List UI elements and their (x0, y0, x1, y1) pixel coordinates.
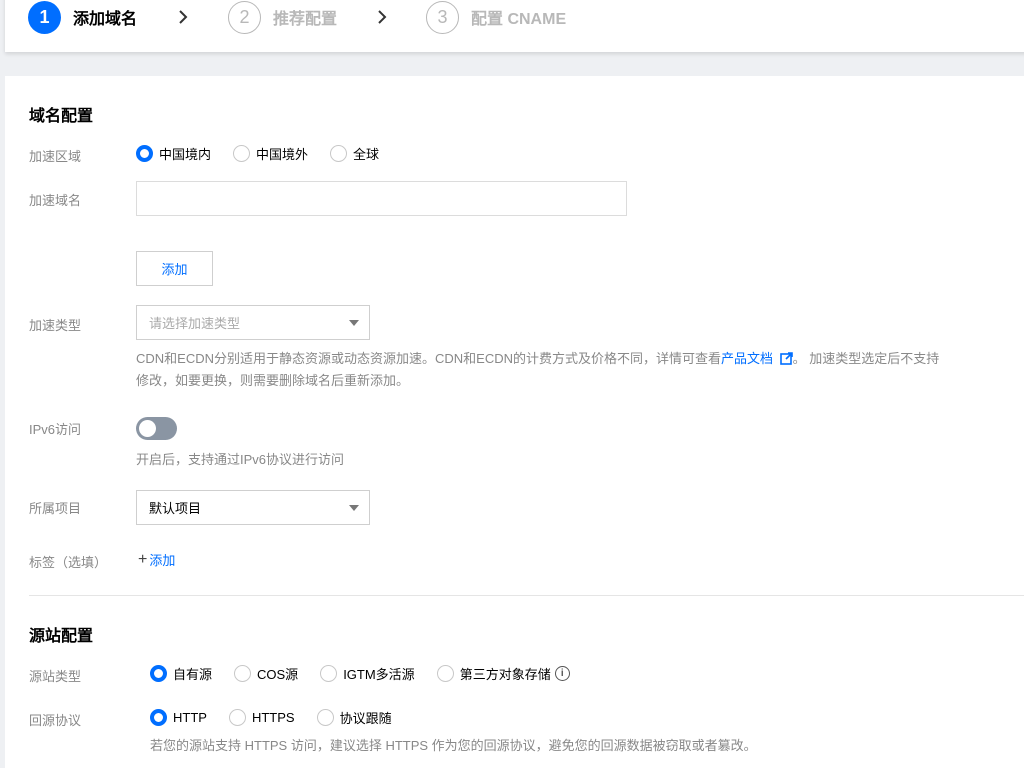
domain-config-title: 域名配置 (29, 108, 94, 125)
info-icon[interactable]: i (554, 666, 570, 681)
radio-checked-icon (136, 145, 153, 162)
step-3-label: 配置 CNAME (471, 11, 567, 28)
section-divider (29, 595, 1024, 596)
caret-down-icon (349, 504, 359, 511)
radio-icon (316, 709, 334, 726)
config-panel: 域名配置 加速区域 中国境内 中国境外 全球 加速域名 添加 加速类型 请选择加… (5, 76, 1024, 768)
caret-down-icon (349, 319, 359, 326)
tags-label: 标签（选填） (29, 555, 108, 570)
radio-icon (320, 665, 338, 682)
region-radio-group: 中国境内 中国境外 全球 (136, 144, 401, 163)
chevron-right-icon (376, 0, 388, 34)
product-docs-link[interactable]: 产品文档 (721, 351, 773, 366)
step-2-number: 2 (228, 0, 261, 34)
domain-label: 加速域名 (29, 193, 82, 208)
radio-icon (234, 665, 252, 682)
type-select-placeholder: 请选择加速类型 (149, 316, 241, 331)
step-1: 1 添加域名 (28, 0, 137, 34)
type-select[interactable]: 请选择加速类型 (136, 305, 370, 340)
domain-input[interactable] (136, 181, 627, 216)
external-link-icon (779, 352, 793, 365)
step-2: 2 推荐配置 (228, 0, 337, 34)
protocol-option-http[interactable]: HTTP (150, 709, 207, 726)
ipv6-label: IPv6访问 (29, 422, 82, 437)
protocol-option-https[interactable]: HTTPS (228, 709, 295, 726)
region-option-overseas[interactable]: 中国境外 (233, 144, 308, 163)
radio-icon (330, 145, 348, 162)
radio-icon (233, 145, 251, 162)
type-help: CDN和ECDN分别适用于静态资源或动态资源加速。CDN和ECDN的计费方式及价… (136, 351, 940, 388)
origin-option-third-party[interactable]: 第三方对象存储 i (436, 664, 570, 683)
radio-icon (228, 709, 246, 726)
radio-checked-icon (150, 709, 167, 726)
project-select[interactable]: 默认项目 (136, 490, 370, 525)
plus-icon: + (138, 550, 148, 568)
origin-option-igtm[interactable]: IGTM多活源 (320, 664, 415, 683)
project-label: 所属项目 (29, 501, 82, 516)
region-label: 加速区域 (29, 149, 82, 164)
region-option-global[interactable]: 全球 (330, 144, 379, 163)
ipv6-toggle[interactable] (136, 417, 177, 440)
origin-config-title: 源站配置 (29, 628, 94, 645)
origin-option-own[interactable]: 自有源 (150, 664, 212, 683)
radio-checked-icon (150, 665, 167, 682)
type-label: 加速类型 (29, 318, 82, 333)
protocol-help: 若您的源站支持 HTTPS 访问，建议选择 HTTPS 作为您的回源协议，避免您… (150, 738, 757, 753)
add-tag-button[interactable]: + 添加 (138, 550, 175, 569)
step-1-number: 1 (28, 0, 61, 34)
protocol-label: 回源协议 (29, 713, 82, 728)
radio-icon (436, 665, 454, 682)
step-3: 3 配置 CNAME (426, 0, 566, 34)
toggle-knob (139, 420, 156, 437)
region-option-mainland[interactable]: 中国境内 (136, 144, 211, 163)
stepper: 1 添加域名 2 推荐配置 3 配置 CNAME (5, 0, 1024, 52)
step-1-label: 添加域名 (73, 11, 138, 28)
step-2-label: 推荐配置 (273, 11, 338, 28)
ipv6-help: 开启后，支持通过IPv6协议进行访问 (136, 452, 345, 467)
origin-type-radio-group: 自有源 COS源 IGTM多活源 第三方对象存储 i (150, 664, 570, 683)
protocol-radio-group: HTTP HTTPS 协议跟随 (150, 708, 414, 727)
chevron-right-icon (177, 0, 189, 34)
protocol-option-follow[interactable]: 协议跟随 (316, 708, 392, 727)
step-3-number: 3 (426, 0, 459, 34)
add-domain-button[interactable]: 添加 (136, 251, 213, 286)
origin-option-cos[interactable]: COS源 (234, 664, 298, 683)
origin-type-label: 源站类型 (29, 669, 82, 684)
project-select-value: 默认项目 (149, 501, 202, 516)
